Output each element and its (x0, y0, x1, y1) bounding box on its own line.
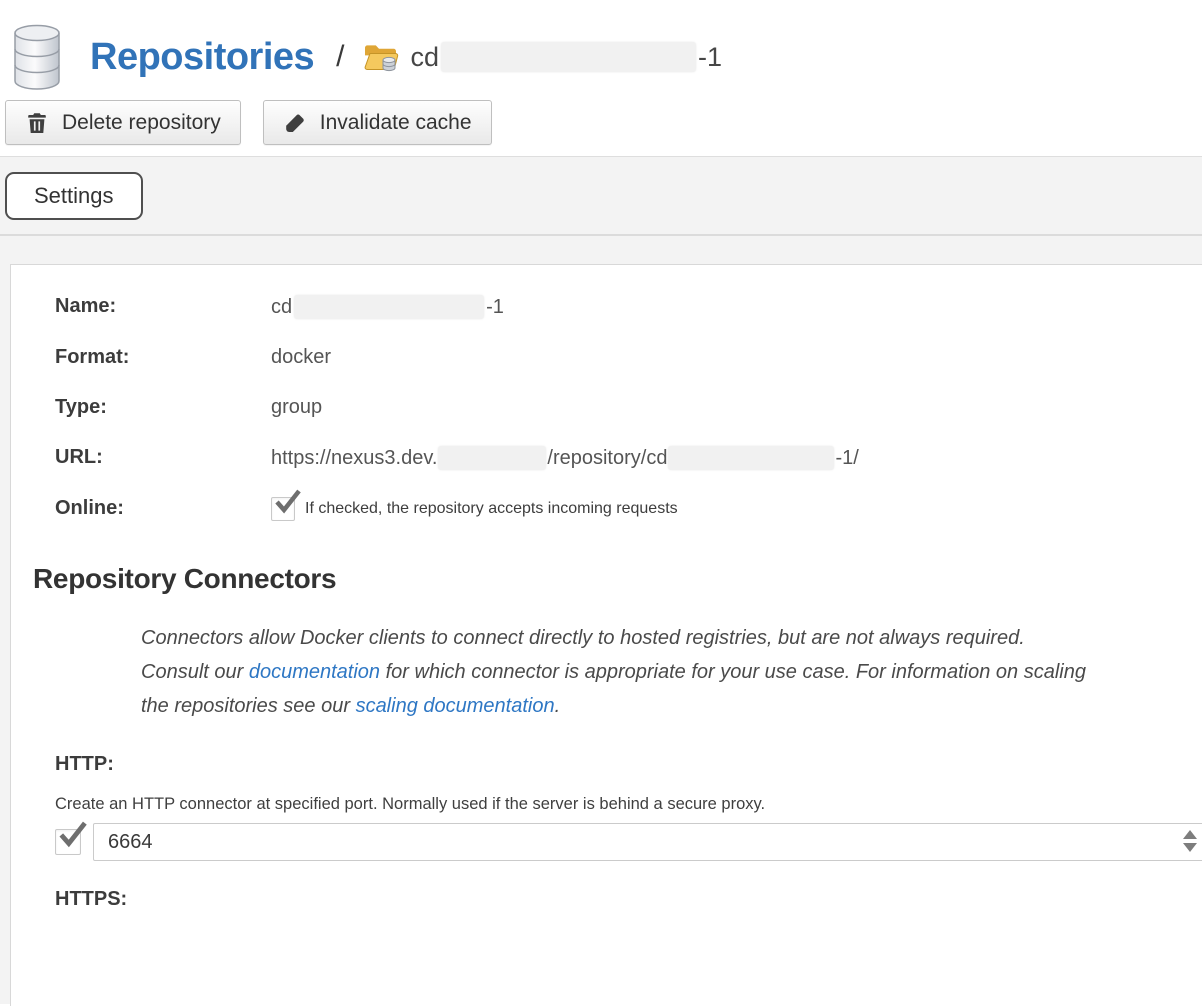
redaction-block (441, 42, 696, 72)
step-down-arrow[interactable] (1183, 843, 1197, 852)
page-title: Repositories (90, 36, 314, 79)
eraser-icon (283, 111, 307, 135)
format-value: docker (271, 346, 331, 369)
tab-settings[interactable]: Settings (5, 172, 143, 220)
name-value-suffix: -1 (486, 296, 504, 319)
database-icon (10, 24, 64, 90)
redaction-block (294, 295, 484, 319)
online-value: If checked, the repository accepts incom… (271, 497, 678, 521)
http-label: HTTP: (55, 753, 1202, 776)
online-label: Online: (55, 497, 271, 520)
folder-database-icon (363, 41, 399, 73)
checkmark-icon (57, 821, 87, 851)
type-value: group (271, 396, 322, 419)
http-port-input[interactable] (93, 823, 1202, 861)
invalidate-cache-label: Invalidate cache (320, 111, 472, 135)
connectors-description: Connectors allow Docker clients to conne… (141, 621, 1086, 723)
invalidate-cache-button[interactable]: Invalidate cache (263, 100, 492, 145)
toolbar: Delete repository Invalidate cache (0, 100, 1202, 156)
up-down-arrows-icon[interactable] (1183, 830, 1197, 852)
online-help-text: If checked, the repository accepts incom… (305, 500, 678, 518)
step-up-arrow[interactable] (1183, 830, 1197, 839)
tab-bar: Settings (0, 156, 1202, 236)
breadcrumb-repo-name: cd -1 (411, 42, 723, 73)
redaction-block (438, 446, 546, 470)
http-help-text: Create an HTTP connector at specified po… (55, 795, 1202, 814)
content-area: Name: cd -1 Format: docker Type: group U… (0, 236, 1202, 1004)
repo-name-suffix: -1 (698, 42, 722, 73)
field-row-type: Type: group (55, 396, 1202, 419)
page-header: Repositories / cd -1 (0, 0, 1202, 100)
redaction-block (668, 446, 834, 470)
url-part1: https://nexus3.dev. (271, 447, 437, 470)
url-label: URL: (55, 446, 271, 469)
delete-repository-label: Delete repository (62, 111, 221, 135)
repo-name-prefix: cd (411, 42, 440, 73)
http-port-row (55, 823, 1202, 861)
field-row-name: Name: cd -1 (55, 295, 1202, 319)
documentation-link[interactable]: documentation (249, 661, 380, 683)
repository-connectors-heading: Repository Connectors (33, 563, 1202, 595)
delete-repository-button[interactable]: Delete repository (5, 100, 241, 145)
field-row-url: URL: https://nexus3.dev. /repository/cd … (55, 446, 1202, 470)
online-checkbox[interactable] (271, 497, 295, 521)
type-label: Type: (55, 396, 271, 419)
breadcrumb-separator: / (336, 40, 344, 74)
https-label: HTTPS: (55, 888, 1202, 911)
scaling-documentation-link[interactable]: scaling documentation (356, 695, 555, 717)
desc-part3: . (555, 695, 561, 717)
field-row-format: Format: docker (55, 346, 1202, 369)
name-value: cd -1 (271, 295, 504, 319)
checkmark-icon (273, 489, 301, 517)
trash-icon (25, 111, 49, 135)
url-value: https://nexus3.dev. /repository/cd -1/ (271, 446, 859, 470)
field-row-online: Online: If checked, the repository accep… (55, 497, 1202, 521)
url-part3: -1/ (835, 447, 858, 470)
format-label: Format: (55, 346, 271, 369)
http-port-input-wrap (93, 823, 1202, 861)
name-value-prefix: cd (271, 296, 292, 319)
name-label: Name: (55, 295, 271, 318)
settings-panel: Name: cd -1 Format: docker Type: group U… (10, 264, 1202, 1006)
url-part2: /repository/cd (547, 447, 667, 470)
http-enabled-checkbox[interactable] (55, 829, 81, 855)
